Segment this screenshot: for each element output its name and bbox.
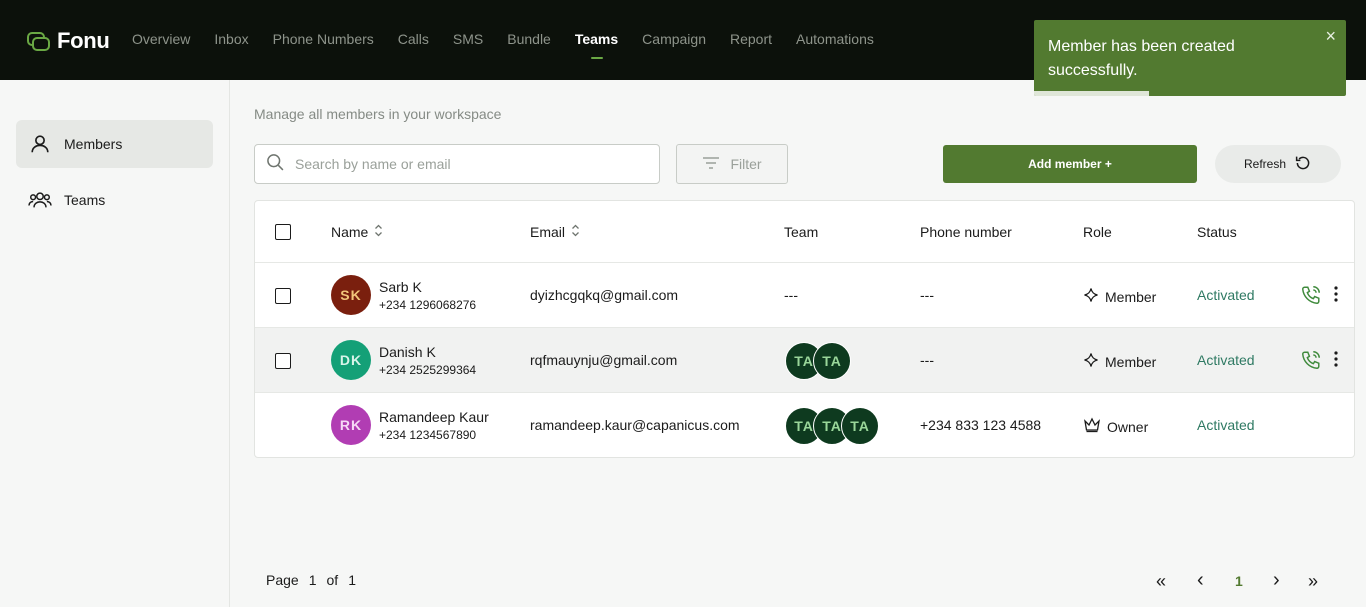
app-logo[interactable]: Fonu [27, 28, 110, 54]
nav-report[interactable]: Report [730, 31, 772, 47]
nav-calls[interactable]: Calls [398, 31, 429, 47]
nav-sms[interactable]: SMS [453, 31, 483, 47]
column-team: Team [784, 224, 819, 240]
avatar: SK [331, 275, 371, 315]
member-phone-number: --- [920, 287, 934, 303]
member-phone-number: +234 833 123 4588 [920, 417, 1042, 433]
logo-icon [27, 29, 51, 53]
call-icon[interactable] [1300, 349, 1322, 376]
search-input[interactable] [295, 156, 635, 172]
member-phone-number: --- [920, 352, 934, 368]
member-role: Member [1083, 287, 1156, 306]
sidebar: Members Teams [0, 80, 230, 607]
call-icon[interactable] [1300, 284, 1322, 311]
page-subtitle: Manage all members in your workspace [254, 106, 502, 122]
member-team: --- [784, 287, 798, 303]
search-icon [265, 152, 285, 177]
page-1-button[interactable]: 1 [1235, 573, 1243, 589]
column-email-label: Email [530, 224, 566, 240]
status-badge: Activated [1197, 287, 1255, 303]
team-badge: TA [841, 407, 879, 445]
avatar: DK [331, 340, 371, 380]
member-role: Owner [1083, 417, 1148, 436]
more-options-icon[interactable] [1333, 349, 1339, 374]
team-badge: TA [813, 342, 851, 380]
users-icon [28, 188, 52, 212]
column-email[interactable]: Email [530, 224, 580, 240]
sidebar-item-members[interactable]: Members [16, 120, 213, 168]
more-options-icon[interactable] [1333, 284, 1339, 309]
search-box [254, 144, 660, 184]
table-row[interactable]: SK Sarb K +234 1296068276 dyizhcgqkq@gma… [255, 263, 1354, 328]
role-label: Member [1105, 288, 1157, 305]
column-status: Status [1197, 224, 1237, 240]
main-nav: Overview Inbox Phone Numbers Calls SMS B… [132, 31, 898, 47]
sort-icon [571, 224, 580, 240]
member-name: Sarb K [379, 279, 422, 295]
sidebar-item-label: Members [64, 136, 123, 152]
next-page-button[interactable]: › [1273, 569, 1280, 592]
sparkle-icon [1083, 352, 1099, 371]
refresh-button[interactable]: Refresh [1215, 145, 1341, 183]
nav-overview[interactable]: Overview [132, 31, 190, 47]
add-member-button[interactable]: Add member + [943, 145, 1197, 183]
toast-message: Member has been created successfully. [1048, 38, 1235, 79]
member-email: ramandeep.kaur@capanicus.com [530, 417, 740, 433]
user-icon [28, 132, 52, 156]
prev-page-button[interactable]: ‹ [1197, 569, 1204, 592]
role-label: Owner [1107, 418, 1149, 435]
of-label: of [326, 572, 339, 588]
column-name[interactable]: Name [331, 224, 383, 240]
page-label: Page [266, 572, 299, 588]
nav-teams[interactable]: Teams [575, 31, 618, 47]
nav-inbox[interactable]: Inbox [214, 31, 248, 47]
nav-bundle[interactable]: Bundle [507, 31, 551, 47]
table-header: Name Email Team Phone number Role Status [255, 201, 1354, 263]
column-name-label: Name [331, 224, 369, 240]
column-role: Role [1083, 224, 1112, 240]
total-pages: 1 [348, 572, 356, 588]
table-row[interactable]: DK Danish K +234 2525299364 rqfmauynju@g… [255, 328, 1354, 393]
row-checkbox[interactable] [275, 288, 291, 304]
member-phone: +234 1234567890 [379, 428, 477, 442]
first-page-button[interactable]: « [1156, 571, 1166, 592]
pagination-info: Page 1 of 1 [266, 572, 356, 588]
filter-button[interactable]: Filter [676, 144, 788, 184]
nav-automations[interactable]: Automations [796, 31, 874, 47]
member-name: Danish K [379, 344, 436, 360]
table-row[interactable]: RK Ramandeep Kaur +234 1234567890 ramand… [255, 393, 1354, 457]
column-phone-number: Phone number [920, 224, 1012, 240]
status-badge: Activated [1197, 417, 1255, 433]
member-phone: +234 2525299364 [379, 363, 477, 377]
last-page-button[interactable]: » [1308, 571, 1318, 592]
sort-icon [374, 224, 383, 240]
role-label: Member [1105, 353, 1157, 370]
select-all-checkbox[interactable] [275, 224, 291, 240]
member-phone: +234 1296068276 [379, 298, 477, 312]
avatar: RK [331, 405, 371, 445]
member-role: Member [1083, 352, 1156, 371]
member-email: rqfmauynju@gmail.com [530, 352, 678, 368]
member-name: Ramandeep Kaur [379, 409, 489, 425]
members-table: Name Email Team Phone number Role Status… [254, 200, 1355, 458]
filter-icon [702, 156, 720, 173]
nav-campaign[interactable]: Campaign [642, 31, 706, 47]
sidebar-item-label: Teams [64, 192, 106, 208]
sidebar-item-teams[interactable]: Teams [16, 176, 213, 224]
crown-icon [1083, 417, 1101, 436]
success-toast: Member has been created successfully. × [1034, 20, 1346, 96]
member-email: dyizhcgqkq@gmail.com [530, 287, 679, 303]
sparkle-icon [1083, 287, 1099, 306]
toast-progress-bar [1034, 91, 1149, 96]
row-checkbox[interactable] [275, 353, 291, 369]
filter-label: Filter [730, 156, 762, 172]
close-icon[interactable]: × [1325, 26, 1336, 47]
app-name: Fonu [57, 28, 110, 53]
refresh-label: Refresh [1243, 157, 1287, 171]
status-badge: Activated [1197, 352, 1255, 368]
refresh-icon [1294, 154, 1312, 175]
nav-phone-numbers[interactable]: Phone Numbers [273, 31, 374, 47]
current-page: 1 [308, 572, 317, 588]
